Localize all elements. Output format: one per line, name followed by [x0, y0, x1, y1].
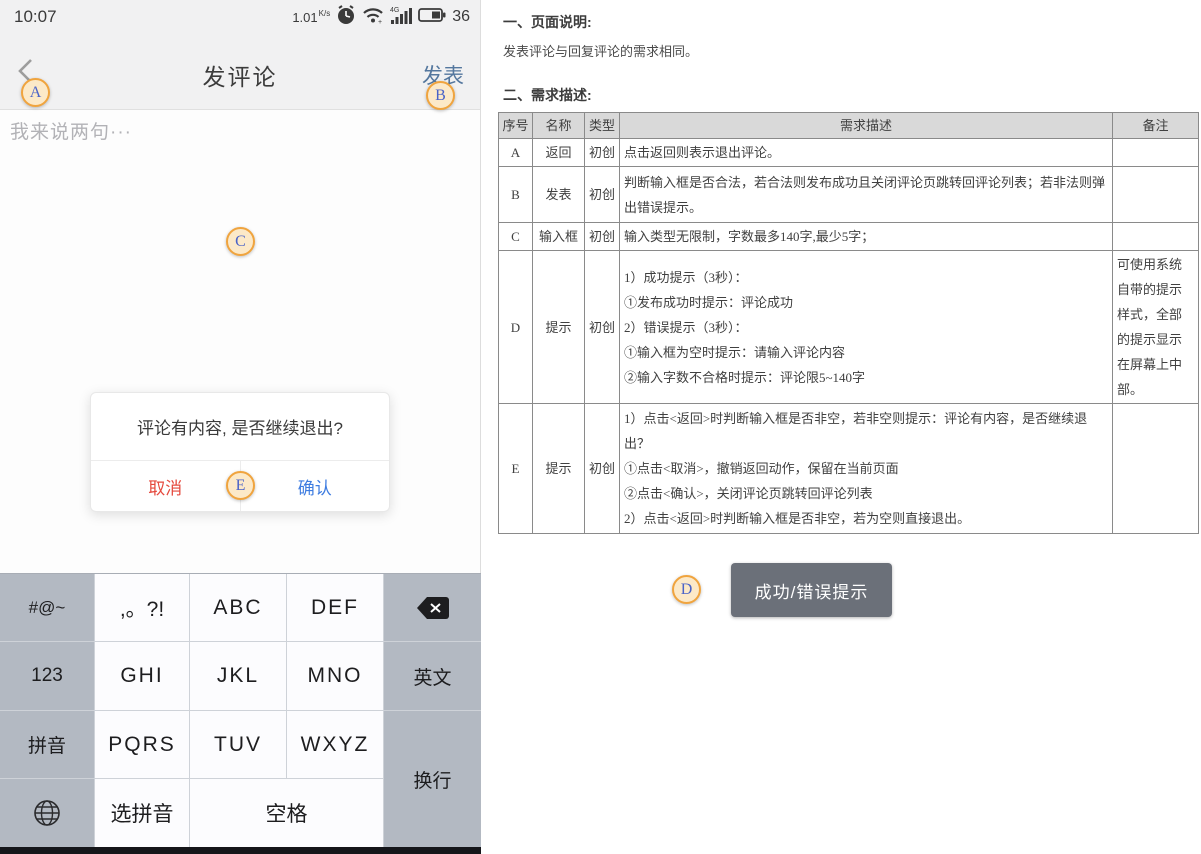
table-header-row: 序号 名称 类型 需求描述 备注	[498, 112, 1199, 139]
signal-4g-label: 4G	[390, 7, 399, 14]
row-remark	[1112, 138, 1199, 167]
backspace-key-icon[interactable]	[384, 574, 481, 641]
col-seq: 序号	[498, 112, 533, 139]
table-row: A 返回 初创 点击返回则表示退出评论。	[498, 138, 1199, 167]
requirements-table: 序号 名称 类型 需求描述 备注 A 返回 初创 点击返回则表示退出评论。 B …	[498, 112, 1199, 534]
key-select-pinyin[interactable]: 选拼音	[95, 779, 189, 847]
dialog-message: 评论有内容, 是否继续退出?	[137, 419, 343, 438]
section2-heading: 二、需求描述:	[503, 87, 592, 103]
row-type: 初创	[584, 403, 620, 534]
row-name: 返回	[532, 138, 585, 167]
toast-demo-button[interactable]: 成功/错误提示	[731, 563, 892, 617]
row-name: 输入框	[532, 222, 585, 251]
row-seq: E	[498, 403, 533, 534]
row-name: 发表	[532, 166, 585, 223]
annotation-e: E	[226, 471, 255, 500]
row-desc: 1）成功提示（3秒）： ①发布成功时提示：评论成功 2）错误提示（3秒）： ①输…	[619, 250, 1113, 404]
row-remark	[1112, 166, 1199, 223]
battery-percent: 36	[452, 8, 470, 25]
row-type: 初创	[584, 222, 620, 251]
page-title: 发评论	[202, 64, 278, 90]
row-desc: 点击返回则表示退出评论。	[619, 138, 1113, 167]
phone-mockup: 10:07 1.01 K/s + 4G 36 发评论 发表 我来说两句··· A…	[0, 0, 481, 854]
requirements-doc: 一、页面说明: 发表评论与回复评论的需求相同。 二、需求描述: 序号 名称 类型…	[482, 0, 1201, 854]
row-type: 初创	[584, 166, 620, 223]
row-type: 初创	[584, 250, 620, 404]
col-remark: 备注	[1112, 112, 1199, 139]
dialog-confirm-button[interactable]: 确认	[241, 461, 390, 511]
annotation-a: A	[21, 78, 50, 107]
section1-body: 发表评论与回复评论的需求相同。	[503, 44, 699, 59]
table-row: D 提示 初创 1）成功提示（3秒）： ①发布成功时提示：评论成功 2）错误提示…	[498, 250, 1199, 404]
row-remark	[1112, 403, 1199, 534]
clock-time: 10:07	[14, 7, 57, 26]
status-bar: 10:07 1.01 K/s + 4G 36	[0, 0, 480, 34]
battery-icon	[418, 7, 446, 28]
col-type: 类型	[584, 112, 620, 139]
col-name: 名称	[532, 112, 585, 139]
key-abc[interactable]: ABC	[190, 574, 286, 641]
key-pinyin-mode[interactable]: 拼音	[0, 711, 94, 778]
key-wxyz[interactable]: WXYZ	[287, 711, 383, 778]
comment-input-placeholder: 我来说两句···	[10, 122, 132, 143]
section1-heading: 一、页面说明:	[503, 14, 592, 30]
key-symbols[interactable]: #@~	[0, 574, 94, 641]
row-remark	[1112, 222, 1199, 251]
key-def[interactable]: DEF	[287, 574, 383, 641]
row-remark: 可使用系统自带的提示样式，全部的提示显示在屏幕上中部。	[1112, 250, 1199, 404]
row-desc: 1）点击<返回>时判断输入框是否非空，若非空则提示：评论有内容，是否继续退出？ …	[619, 403, 1113, 534]
table-row: B 发表 初创 判断输入框是否合法，若合法则发布成功且关闭评论页跳转回评论列表；…	[498, 166, 1199, 223]
signal-4g-icon: 4G	[390, 5, 413, 30]
row-name: 提示	[532, 403, 585, 534]
annotation-d: D	[672, 575, 701, 604]
network-speed: 1.01 K/s	[292, 8, 331, 25]
key-english-mode[interactable]: 英文	[384, 642, 481, 710]
nav-bar: 发评论 发表	[0, 34, 480, 110]
col-desc: 需求描述	[619, 112, 1113, 139]
row-desc: 输入类型无限制，字数最多140字,最少5字；	[619, 222, 1113, 251]
table-row: E 提示 初创 1）点击<返回>时判断输入框是否非空，若非空则提示：评论有内容，…	[498, 403, 1199, 534]
row-type: 初创	[584, 138, 620, 167]
globe-key-icon[interactable]	[0, 779, 94, 847]
row-seq: C	[498, 222, 533, 251]
row-seq: D	[498, 250, 533, 404]
key-pqrs[interactable]: PQRS	[95, 711, 189, 778]
key-ghi[interactable]: GHI	[95, 642, 189, 710]
annotation-c: C	[226, 227, 255, 256]
key-numbers[interactable]: 123	[0, 642, 94, 710]
key-tuv[interactable]: TUV	[190, 711, 286, 778]
wifi-icon: +	[362, 6, 384, 29]
row-desc: 判断输入框是否合法，若合法则发布成功且关闭评论页跳转回评论列表；若非法则弹出错误…	[619, 166, 1113, 223]
svg-text:+: +	[378, 19, 382, 24]
row-seq: B	[498, 166, 533, 223]
table-row: C 输入框 初创 输入类型无限制，字数最多140字,最少5字；	[498, 222, 1199, 251]
key-punctuation[interactable]: ,。?!	[95, 574, 189, 641]
alarm-clock-icon	[336, 4, 356, 30]
row-seq: A	[498, 138, 533, 167]
key-newline[interactable]: 换行	[384, 711, 481, 847]
annotation-b: B	[426, 81, 455, 110]
row-name: 提示	[532, 250, 585, 404]
spec-page: 10:07 1.01 K/s + 4G 36 发评论 发表 我来说两句··· A…	[0, 0, 1201, 854]
home-indicator-bar	[0, 847, 481, 854]
key-mno[interactable]: MNO	[287, 642, 383, 710]
key-jkl[interactable]: JKL	[190, 642, 286, 710]
space-key[interactable]: 空格	[190, 779, 383, 847]
virtual-keyboard: #@~ ,。?! ABC DEF 123 GHI JKL MNO 英文 拼音 P…	[0, 573, 481, 847]
dialog-cancel-button[interactable]: 取消	[91, 461, 241, 511]
